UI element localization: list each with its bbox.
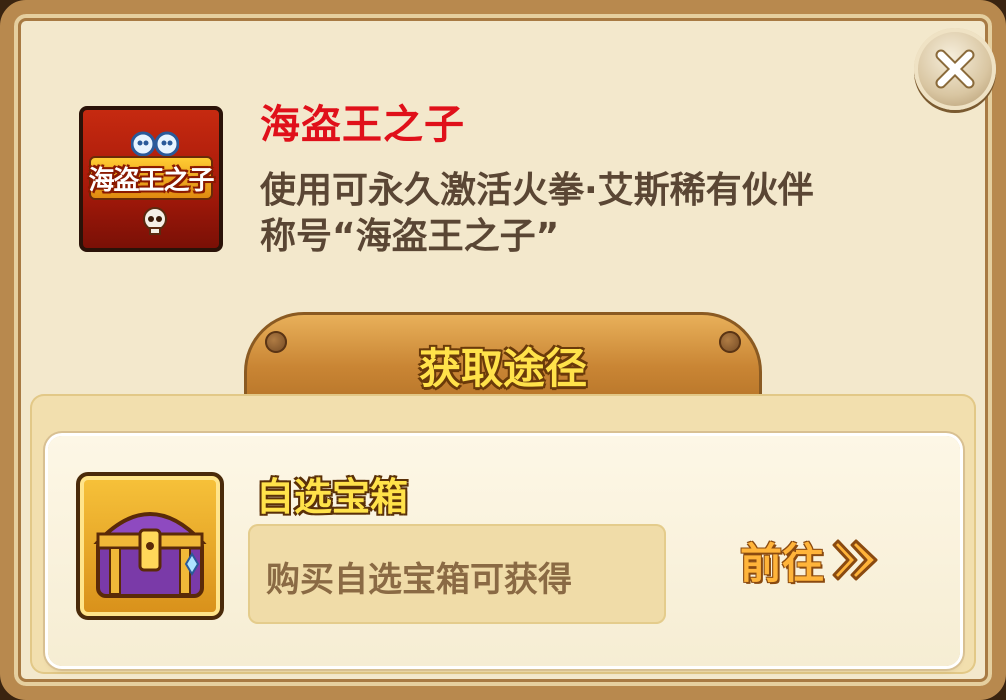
treasure-chest-icon bbox=[76, 472, 224, 620]
item-description-line-1: 使用可永久激活火拳·艾斯稀有伙伴 bbox=[260, 170, 814, 211]
close-icon bbox=[935, 49, 975, 89]
acquire-tab: 获取途径 bbox=[244, 312, 762, 402]
go-button[interactable]: 前往 bbox=[740, 530, 882, 590]
source-name: 自选宝箱 bbox=[256, 475, 409, 519]
go-button-label: 前往 bbox=[740, 538, 825, 588]
pirate-title-item-icon: 海盗王之子 bbox=[79, 106, 223, 252]
acquire-tab-label: 获取途径 bbox=[418, 344, 587, 393]
item-description: 使用可永久激活火拳·艾斯稀有伙伴 称号“海盗王之子” bbox=[260, 168, 920, 260]
icon-banner-text: 海盗王之子 bbox=[88, 166, 214, 196]
item-description-line-2: 称号“海盗王之子” bbox=[260, 216, 560, 257]
source-description: 购买自选宝箱可获得 bbox=[266, 560, 572, 600]
skull-icon bbox=[143, 207, 167, 235]
close-button[interactable] bbox=[914, 28, 996, 110]
chest-graphic bbox=[93, 512, 207, 598]
skull-emblem-icon bbox=[131, 131, 179, 157]
item-title: 海盗王之子 bbox=[260, 102, 465, 148]
double-chevron-right-icon bbox=[832, 539, 878, 581]
